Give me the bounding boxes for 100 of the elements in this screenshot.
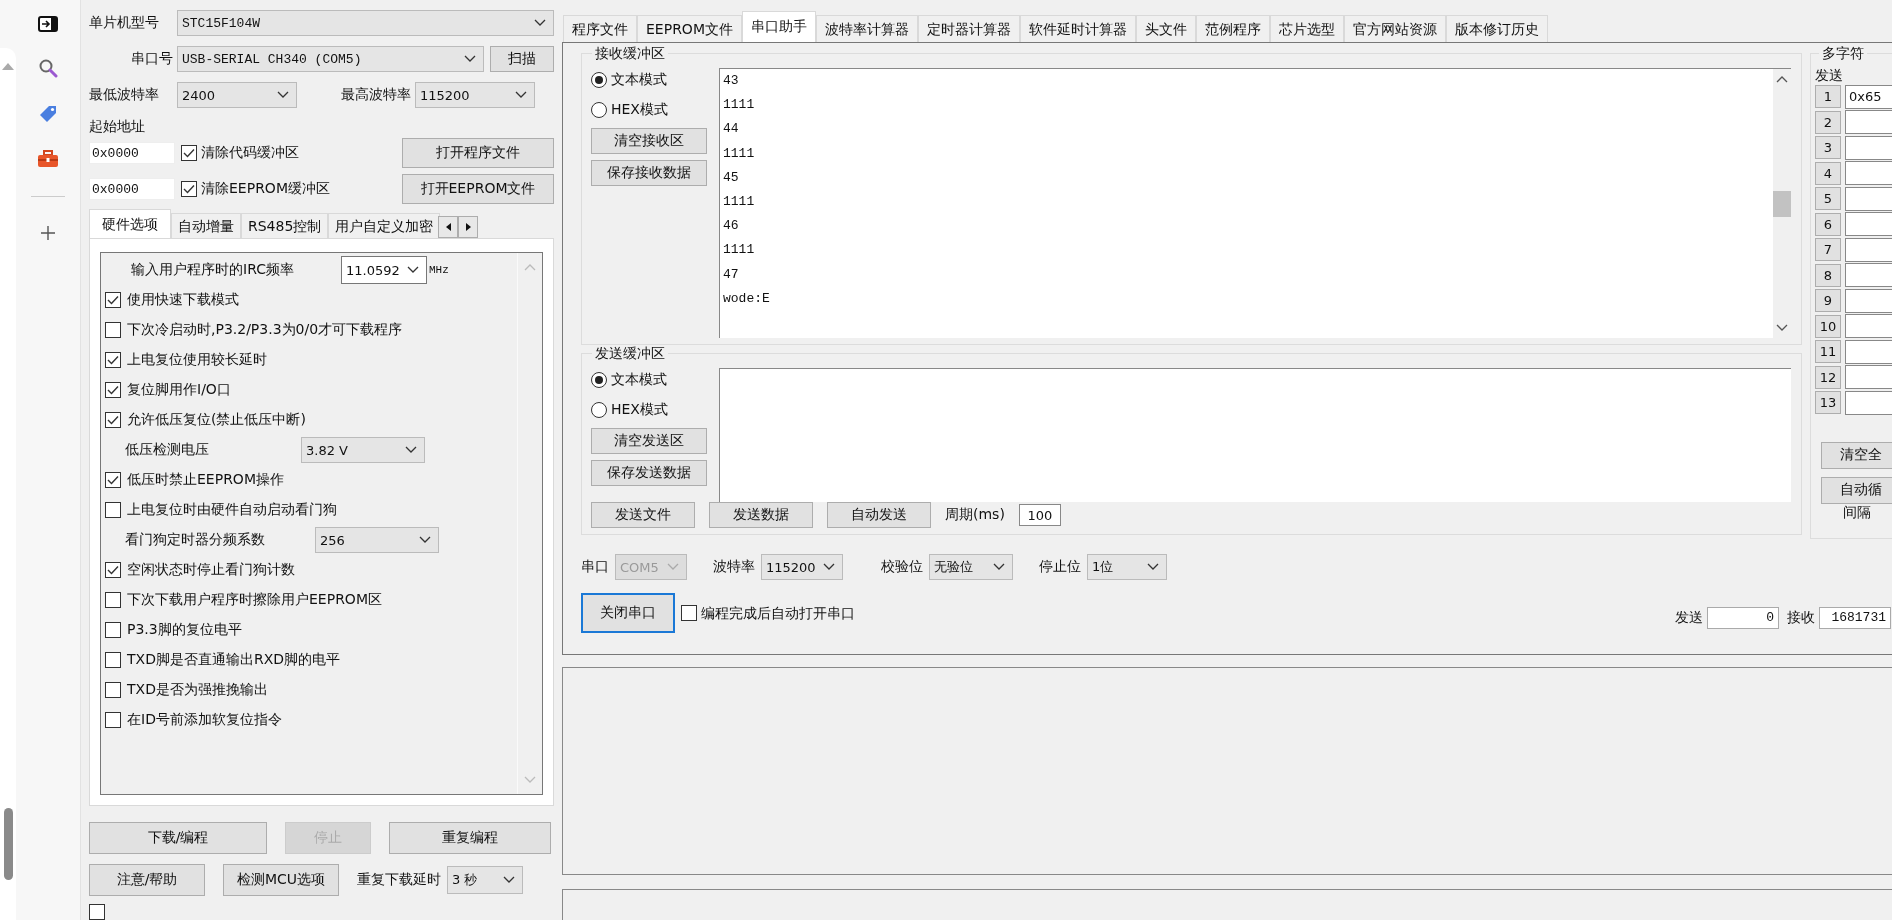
checkbox[interactable] — [105, 352, 121, 368]
dropdown[interactable]: 3.82 V — [301, 437, 425, 463]
checkbox[interactable] — [105, 502, 121, 518]
checkmark-icon — [107, 415, 119, 425]
dropdown[interactable]: 256 — [315, 527, 439, 553]
button[interactable]: 发送文件 — [591, 502, 695, 528]
button[interactable]: 清空全 — [1821, 441, 1892, 469]
address-field[interactable]: 0x0000 — [89, 142, 175, 164]
checkbox[interactable] — [105, 322, 121, 338]
button[interactable]: 保存接收数据 — [591, 160, 707, 186]
checkbox[interactable] — [181, 181, 197, 197]
tab[interactable]: EEPROM文件 — [637, 15, 742, 42]
chevron-down-icon — [1147, 563, 1159, 571]
period-field[interactable]: 100 — [1018, 504, 1061, 526]
tab[interactable]: 定时器计算器 — [917, 15, 1020, 42]
radio-button[interactable] — [591, 402, 607, 418]
send-number-button[interactable]: 4 — [1815, 161, 1841, 185]
field-label: 起始地址 — [89, 118, 146, 136]
checkbox[interactable] — [105, 412, 121, 428]
checkbox[interactable] — [105, 682, 121, 698]
checkbox[interactable] — [105, 652, 121, 668]
open-file-button[interactable]: 打开EEPROM文件 — [402, 174, 554, 204]
address-field[interactable]: 0x0000 — [89, 178, 175, 200]
tab[interactable]: RS485控制 — [241, 213, 329, 238]
dropdown[interactable]: 3 秒 — [447, 866, 523, 894]
dropdown[interactable]: USB-SERIAL CH340 (COM5) — [177, 46, 484, 72]
scrollbar-thumb[interactable] — [3, 808, 13, 880]
checkbox[interactable] — [105, 292, 121, 308]
tab[interactable]: 自动增量 — [171, 213, 241, 238]
tab[interactable]: 串口助手 — [741, 11, 816, 42]
button[interactable]: 下载/编程 — [89, 822, 267, 854]
button[interactable]: 重复编程 — [389, 822, 551, 854]
checkbox-label: P3.3脚的复位电平 — [127, 621, 242, 639]
checkbox[interactable] — [105, 622, 121, 638]
tab[interactable]: 版本修订历史 — [1445, 15, 1548, 42]
checkbox[interactable] — [681, 605, 697, 621]
send-number-button[interactable]: 1 — [1815, 85, 1841, 109]
counter-field: 0 — [1707, 607, 1779, 629]
string-field[interactable]: 0x65 — [1845, 84, 1892, 109]
send-number-button[interactable]: 3 — [1815, 136, 1841, 160]
send-number-button[interactable]: 7 — [1815, 238, 1841, 262]
send-number-button[interactable]: 6 — [1815, 212, 1841, 236]
button[interactable]: 保存发送数据 — [591, 460, 707, 486]
send-number-button[interactable]: 5 — [1815, 187, 1841, 211]
button[interactable]: 清空接收区 — [591, 128, 707, 154]
open-file-button[interactable]: 打开程序文件 — [402, 138, 554, 168]
checkbox-label: 编程完成后自动打开串口 — [701, 605, 856, 623]
radio-button[interactable] — [591, 372, 607, 388]
receive-text-area[interactable]: 43 1111 44 1111 45 1111 46 1111 47 wode:E — [719, 68, 1773, 338]
dropdown[interactable]: 无验位 — [929, 554, 1013, 580]
send-number-button[interactable]: 2 — [1815, 110, 1841, 134]
scrollbar-thumb[interactable] — [1773, 190, 1791, 217]
radio-button[interactable] — [591, 72, 607, 88]
checkbox[interactable] — [89, 904, 105, 920]
checkbox[interactable] — [105, 382, 121, 398]
send-number-button[interactable]: 10 — [1815, 314, 1841, 338]
button[interactable]: 自动发送 — [827, 502, 931, 528]
detect-button[interactable]: 检测MCU选项 — [223, 864, 339, 896]
button[interactable]: 清空发送区 — [591, 428, 707, 454]
dropdown[interactable]: STC15F104W — [177, 10, 554, 36]
scroll-left-button[interactable] — [438, 216, 459, 238]
help-button[interactable]: 注意/帮助 — [89, 864, 205, 896]
dropdown[interactable]: 1位 — [1087, 554, 1167, 580]
tab[interactable]: 官方网站资源 — [1343, 15, 1446, 42]
tab[interactable]: 软件延时计算器 — [1019, 15, 1136, 42]
checkbox[interactable] — [181, 145, 197, 161]
scroll-right-button[interactable] — [458, 216, 479, 238]
chevron-up-icon — [1776, 75, 1788, 83]
triangle-right-icon — [465, 223, 471, 231]
chevron-down-icon — [524, 776, 536, 784]
tab[interactable]: 硬件选项 — [89, 209, 171, 238]
dropdown[interactable]: 2400 — [177, 82, 297, 108]
checkbox[interactable] — [105, 592, 121, 608]
tab[interactable]: 程序文件 — [563, 15, 637, 42]
button[interactable]: 发送数据 — [709, 502, 813, 528]
field-label: 周期(ms) — [945, 506, 1005, 524]
checkbox[interactable] — [105, 712, 121, 728]
tab[interactable]: 范例程序 — [1195, 15, 1270, 42]
field-label: 单片机型号 — [89, 14, 160, 32]
button[interactable]: 自动循 — [1821, 476, 1892, 504]
send-number-button[interactable]: 9 — [1815, 289, 1841, 313]
dropdown[interactable]: 115200 — [415, 82, 535, 108]
tab[interactable]: 头文件 — [1135, 15, 1196, 42]
tab[interactable]: 芯片选型 — [1269, 15, 1344, 42]
radio-button[interactable] — [591, 102, 607, 118]
checkmark-icon — [107, 475, 119, 485]
dropdown[interactable]: 115200 — [761, 554, 843, 580]
send-number-button[interactable]: 8 — [1815, 263, 1841, 287]
dropdown[interactable]: 11.0592 — [341, 256, 427, 284]
tab[interactable]: 波特率计算器 — [815, 15, 918, 42]
radio-label: 文本模式 — [611, 71, 667, 89]
checkbox[interactable] — [105, 562, 121, 578]
send-number-button[interactable]: 12 — [1815, 365, 1841, 389]
scan-button[interactable]: 扫描 — [490, 46, 554, 72]
send-number-button[interactable]: 13 — [1815, 391, 1841, 415]
tab[interactable]: 用户自定义加密 — [328, 213, 441, 238]
checkbox[interactable] — [105, 472, 121, 488]
close-port-button[interactable]: 关闭串口 — [581, 593, 675, 633]
send-number-button[interactable]: 11 — [1815, 340, 1841, 364]
field-label: 重复下载延时 — [357, 871, 441, 889]
